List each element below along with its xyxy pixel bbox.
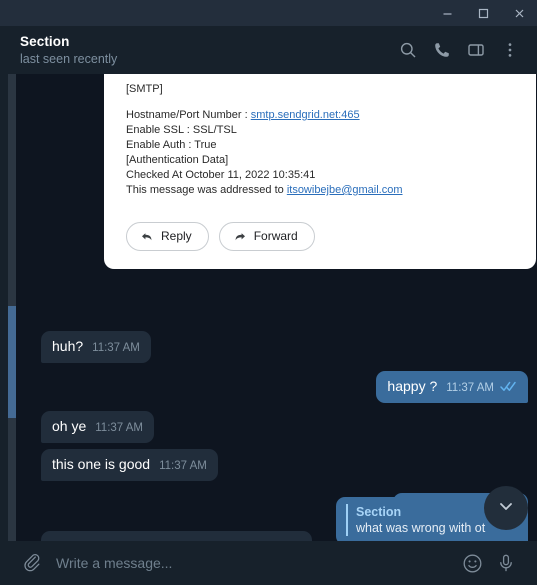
message-time: 11:37 AM xyxy=(446,382,494,394)
email-spacer xyxy=(126,97,514,108)
message-row: oh ye 11:37 AM xyxy=(41,411,154,443)
message-row: this one is good 11:37 AM xyxy=(41,449,218,481)
more-vertical-icon[interactable] xyxy=(495,35,525,65)
message-composer xyxy=(0,541,537,585)
email-line-authdata: [Authentication Data] xyxy=(126,154,229,166)
message-time: 11:37 AM xyxy=(92,342,140,354)
message-text: this one is good xyxy=(52,456,151,472)
maximize-button[interactable] xyxy=(465,0,501,26)
message-bubble-incoming[interactable]: this one is good 11:37 AM xyxy=(41,449,218,481)
email-line-smtp: [SMTP] xyxy=(126,83,163,95)
email-actions: Reply Forward xyxy=(126,222,514,251)
recipient-link[interactable]: itsowibejbe@gmail.com xyxy=(287,184,403,196)
email-hostname-label: Hostname/Port Number : xyxy=(126,109,251,121)
message-bubble-incoming[interactable]: oh ye 11:37 AM xyxy=(41,411,154,443)
reply-arrow-icon xyxy=(140,230,154,244)
chat-status: last seen recently xyxy=(20,51,118,66)
chat-body: [SMTP] Hostname/Port Number : smtp.sendg… xyxy=(0,74,537,541)
message-time: 11:37 AM xyxy=(159,460,207,472)
hostname-link[interactable]: smtp.sendgrid.net:465 xyxy=(251,109,360,121)
chat-title: Section xyxy=(20,33,70,49)
message-time: 11:37 AM xyxy=(95,422,143,434)
message-input[interactable] xyxy=(50,555,455,571)
message-text: huh? xyxy=(52,338,84,354)
message-row: what was wrong with other one 11:37 AM xyxy=(41,531,312,541)
message-bubble-incoming[interactable]: huh? 11:37 AM xyxy=(41,331,151,363)
chat-header: Section last seen recently xyxy=(0,26,537,74)
left-rail xyxy=(0,74,8,541)
attachment-paperclip-icon[interactable] xyxy=(16,546,50,580)
chevron-down-icon xyxy=(496,496,516,521)
email-addressed-label: This message was addressed to xyxy=(126,184,287,196)
scrollbar-thumb[interactable] xyxy=(8,306,16,418)
close-button[interactable] xyxy=(501,0,537,26)
email-line-addressed: This message was addressed to itsowibejb… xyxy=(126,183,514,198)
message-text: oh ye xyxy=(52,418,87,434)
chat-header-actions xyxy=(393,35,525,65)
chat-header-info[interactable]: Section last seen recently xyxy=(20,34,393,67)
message-bubble-incoming[interactable]: what was wrong with other one 11:37 AM xyxy=(41,531,312,541)
microphone-icon[interactable] xyxy=(489,546,523,580)
telegram-window: Section last seen recently [SMTP] Hostna… xyxy=(0,0,537,585)
message-text: happy ? xyxy=(387,378,438,394)
window-titlebar xyxy=(0,0,537,26)
sidebar-panel-icon[interactable] xyxy=(461,35,491,65)
email-preview-card: [SMTP] Hostname/Port Number : smtp.sendg… xyxy=(104,74,536,269)
message-bubble-outgoing[interactable]: happy ? 11:37 AM xyxy=(376,371,528,403)
reply-button[interactable]: Reply xyxy=(126,222,209,251)
emoji-icon[interactable] xyxy=(455,546,489,580)
forward-arrow-icon xyxy=(233,230,247,244)
reply-button-label: Reply xyxy=(161,229,192,243)
read-receipt-double-check-icon xyxy=(500,381,517,392)
email-line-auth: Enable Auth : True xyxy=(126,139,217,151)
scroll-to-bottom-button[interactable] xyxy=(484,486,528,530)
message-row: huh? 11:37 AM xyxy=(41,331,151,363)
chat-scrollbar[interactable] xyxy=(8,74,16,541)
search-icon[interactable] xyxy=(393,35,423,65)
phone-icon[interactable] xyxy=(427,35,457,65)
message-list: [SMTP] Hostname/Port Number : smtp.sendg… xyxy=(16,74,537,541)
forward-button-label: Forward xyxy=(253,229,298,243)
email-line-hostname: Hostname/Port Number : smtp.sendgrid.net… xyxy=(126,108,514,123)
email-line-ssl: Enable SSL : SSL/TSL xyxy=(126,124,237,136)
email-line-checkedat: Checked At October 11, 2022 10:35:41 xyxy=(126,169,316,181)
message-row: happy ? 11:37 AM xyxy=(376,371,528,403)
minimize-button[interactable] xyxy=(429,0,465,26)
forward-button[interactable]: Forward xyxy=(218,222,315,251)
